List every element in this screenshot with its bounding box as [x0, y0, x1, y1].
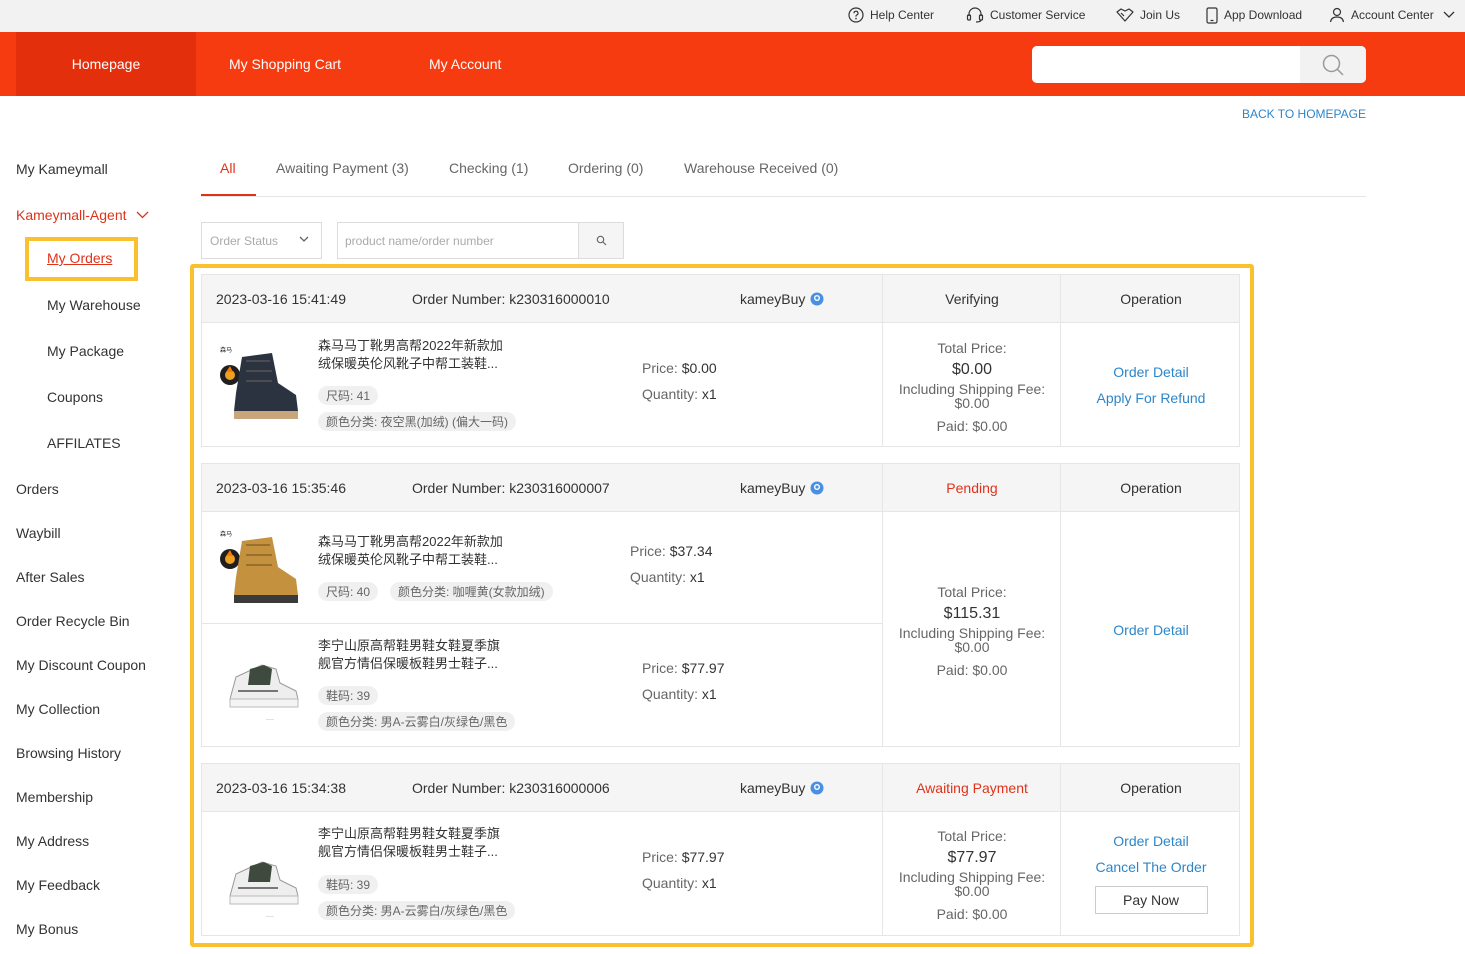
sidebar-affiliates[interactable]: AFFILATES: [47, 435, 121, 451]
user-icon: [1329, 7, 1345, 23]
top-utility-bar: Help Center Customer Service Join Us App…: [0, 0, 1465, 32]
search-icon: [1322, 54, 1344, 76]
sidebar-my-address[interactable]: My Address: [16, 833, 89, 849]
sidebar-membership[interactable]: Membership: [16, 789, 93, 805]
sidebar-my-feedback[interactable]: My Feedback: [16, 877, 100, 893]
sidebar-agent-label: Kameymall-Agent: [16, 207, 127, 223]
order-search-placeholder: product name/order number: [345, 233, 494, 248]
sidebar-discount-coupon[interactable]: My Discount Coupon: [16, 657, 146, 673]
order-status-placeholder: Order Status: [210, 233, 279, 248]
help-center-link[interactable]: Help Center: [848, 0, 934, 30]
nav-shopping-cart[interactable]: My Shopping Cart: [229, 32, 341, 96]
chevron-down-icon: [1443, 11, 1455, 18]
active-tab-underline: [201, 194, 256, 196]
back-to-homepage-link[interactable]: BACK TO HOMEPAGE: [1180, 107, 1366, 121]
join-us-link[interactable]: Join Us: [1116, 0, 1180, 30]
sidebar-my-package[interactable]: My Package: [47, 343, 124, 359]
sidebar-coupons[interactable]: Coupons: [47, 389, 103, 405]
sidebar-my-orders[interactable]: My Orders: [47, 250, 112, 266]
sidebar-orders[interactable]: Orders: [16, 481, 59, 497]
tab-warehouse-received[interactable]: Warehouse Received (0): [684, 160, 838, 176]
sidebar-browsing-history[interactable]: Browsing History: [16, 745, 121, 761]
sidebar-order-recycle-bin[interactable]: Order Recycle Bin: [16, 613, 130, 629]
order-search-input[interactable]: product name/order number: [337, 222, 579, 259]
tab-awaiting-payment[interactable]: Awaiting Payment (3): [276, 160, 409, 176]
search-icon: [596, 235, 606, 246]
nav-homepage-label: Homepage: [71, 56, 141, 72]
handshake-icon: [1116, 8, 1134, 22]
nav-cart-label: My Shopping Cart: [229, 56, 342, 72]
question-circle-icon: [848, 7, 864, 23]
help-center-label: Help Center: [870, 8, 935, 22]
sidebar-my-warehouse[interactable]: My Warehouse: [47, 297, 141, 313]
join-us-label: Join Us: [1140, 8, 1181, 22]
app-download-link[interactable]: App Download: [1206, 0, 1302, 30]
account-center-label: Account Center: [1351, 8, 1434, 22]
customer-service-label: Customer Service: [990, 8, 1086, 22]
sidebar-kameymall-agent[interactable]: Kameymall-Agent: [16, 207, 149, 223]
customer-service-link[interactable]: Customer Service: [966, 0, 1085, 30]
account-center-link[interactable]: Account Center: [1329, 0, 1455, 30]
search-button[interactable]: [1300, 46, 1366, 83]
tab-divider: [201, 196, 1366, 197]
main-nav-bar: Homepage My Shopping Cart My Account: [0, 32, 1465, 96]
nav-my-account[interactable]: My Account: [429, 32, 501, 96]
sidebar-my-collection[interactable]: My Collection: [16, 701, 100, 717]
chevron-down-icon: [136, 211, 148, 219]
sidebar-after-sales[interactable]: After Sales: [16, 569, 84, 585]
nav-homepage[interactable]: Homepage: [16, 32, 196, 96]
headset-icon: [966, 7, 984, 23]
tab-all[interactable]: All: [220, 160, 236, 176]
order-search-button[interactable]: [578, 222, 624, 259]
order-status-select[interactable]: Order Status: [201, 222, 322, 259]
app-download-label: App Download: [1224, 8, 1303, 22]
chevron-down-icon: [299, 236, 309, 242]
search-box: [1032, 46, 1366, 83]
sidebar-my-bonus[interactable]: My Bonus: [16, 921, 78, 937]
nav-account-label: My Account: [429, 56, 502, 72]
phone-icon: [1206, 6, 1218, 24]
tab-ordering[interactable]: Ordering (0): [568, 160, 643, 176]
orders-highlight: [190, 264, 1254, 947]
search-input[interactable]: [1032, 46, 1300, 83]
tab-checking[interactable]: Checking (1): [449, 160, 528, 176]
sidebar-my-kameymall[interactable]: My Kameymall: [16, 161, 108, 177]
sidebar-waybill[interactable]: Waybill: [16, 525, 61, 541]
